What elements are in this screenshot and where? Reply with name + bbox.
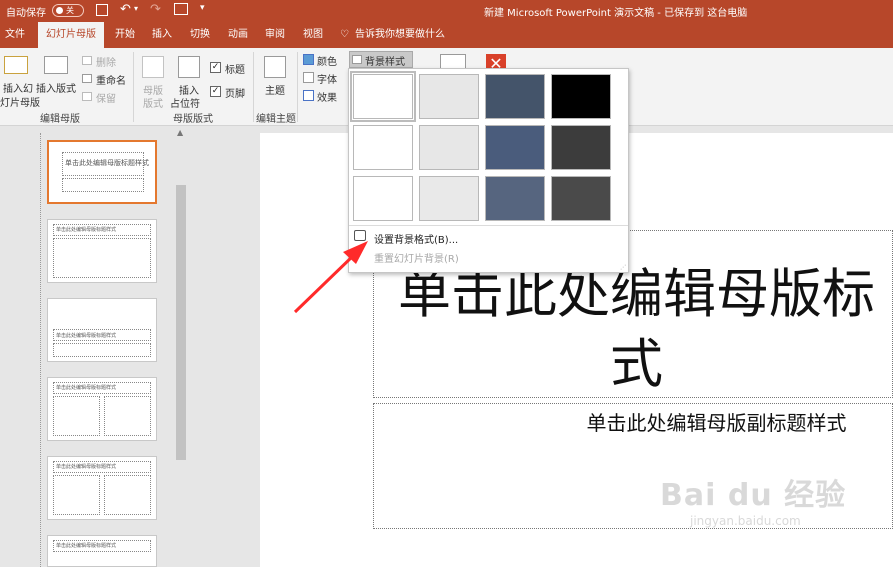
- watermark-url: jingyan.baidu.com: [690, 514, 801, 528]
- baidu-watermark: Bai du 经验 jingyan.baidu.com: [660, 470, 846, 528]
- watermark-brand: Bai du 经验: [660, 478, 847, 513]
